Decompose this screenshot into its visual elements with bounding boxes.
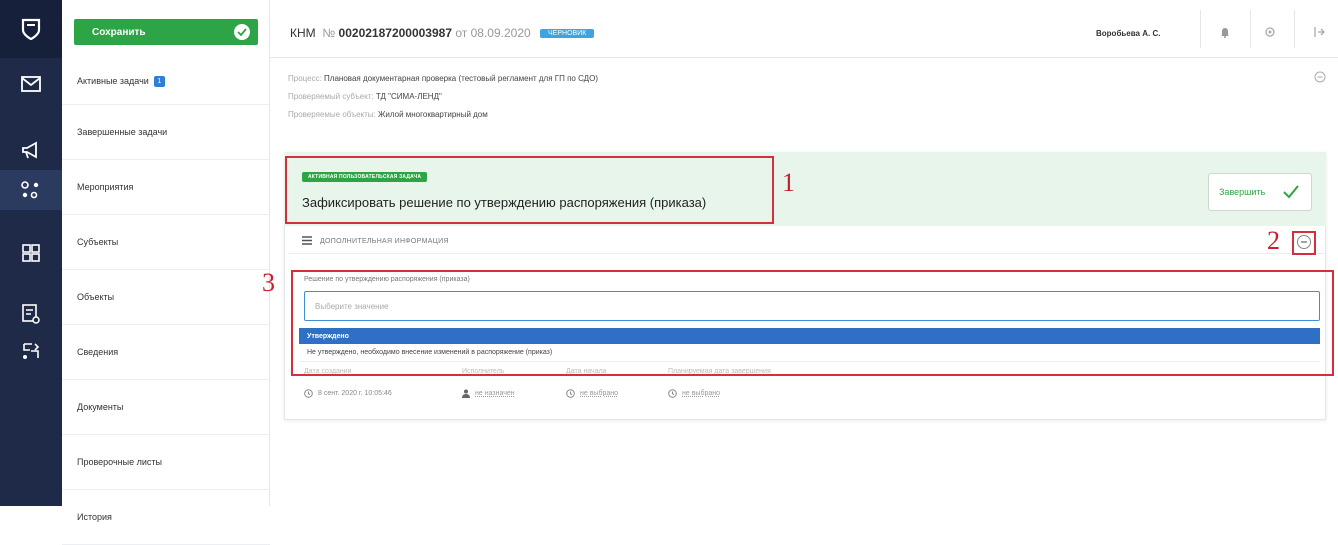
finish-button-label: Завершить — [1219, 187, 1266, 197]
sidebar-item-info[interactable]: Сведения — [62, 325, 270, 380]
header-bar: КНМ № 00202187200003987 от 08.09.2020 ЧЕ… — [270, 0, 1338, 58]
sidebar-item-label: Завершенные задачи — [77, 127, 168, 137]
process-icon[interactable] — [0, 331, 62, 371]
sidebar-item-subjects[interactable]: Субъекты — [62, 215, 270, 270]
meta-label: Процесс: — [288, 74, 322, 83]
annotation-box-3 — [291, 270, 1334, 376]
page-title: КНМ № 00202187200003987 от 08.09.2020 ЧЕ… — [290, 26, 595, 40]
finish-button[interactable]: Завершить — [1208, 173, 1312, 211]
assignee[interactable]: не назначен — [462, 389, 515, 398]
planned-end-value: не выбрано — [682, 390, 721, 397]
sidebar-item-label: Субъекты — [77, 237, 119, 247]
bell-icon[interactable] — [1210, 20, 1240, 44]
meta-label: Проверяемый субъект: — [288, 92, 374, 101]
record-date: 08.09.2020 — [470, 26, 531, 40]
sidebar-nav: Активные задачи 1 Завершенные задачи Мер… — [62, 58, 270, 545]
meta-label: Проверяемые объекты: — [288, 110, 376, 119]
sidebar-item-label: Объекты — [77, 292, 115, 302]
number-prefix: № — [322, 26, 336, 40]
sidebar-item-events[interactable]: Мероприятия — [62, 160, 270, 215]
annotation-label-3: 3 — [262, 268, 275, 297]
save-button[interactable]: Сохранить — [74, 19, 258, 45]
created-date: 8 сент. 2020 г. 10:05:46 — [304, 389, 392, 398]
save-button-label: Сохранить — [92, 26, 146, 38]
record-type: КНМ — [290, 26, 316, 40]
megaphone-icon[interactable] — [0, 130, 62, 170]
logo-shield-icon[interactable] — [0, 0, 62, 58]
report-icon[interactable] — [0, 294, 62, 334]
sidebar-item-label: История — [77, 512, 112, 522]
sidebar-item-label: Проверочные листы — [77, 457, 162, 467]
date-prefix: от — [455, 26, 468, 40]
sidebar-item-history[interactable]: История — [62, 490, 270, 545]
sidebar-item-label: Активные задачи — [77, 76, 149, 86]
meta-value: ТД "СИМА-ЛЕНД" — [375, 92, 442, 101]
sidebar-item-label: Сведения — [77, 347, 119, 357]
app-rail — [0, 0, 62, 506]
clock-icon — [304, 389, 313, 398]
clock-icon — [566, 389, 575, 398]
sidebar-item-objects[interactable]: Объекты — [62, 270, 270, 325]
annotation-label-2: 2 — [1267, 226, 1280, 255]
hub-icon[interactable] — [0, 170, 62, 210]
sidebar-item-checklists[interactable]: Проверочные листы — [62, 435, 270, 490]
meta-objects: Проверяемые объекты: Жилой многоквартирн… — [288, 110, 488, 119]
settings-icon[interactable] — [1255, 20, 1285, 44]
current-user[interactable]: Воробьева А. С. — [1096, 29, 1160, 38]
meta-process: Процесс: Плановая документарная проверка… — [288, 74, 598, 83]
sidebar-item-documents[interactable]: Документы — [62, 380, 270, 435]
sidebar-item-active-tasks[interactable]: Активные задачи 1 — [62, 58, 270, 105]
user-icon — [462, 389, 470, 398]
list-icon — [302, 236, 312, 247]
start-date-value: не выбрано — [580, 390, 619, 397]
grid-icon[interactable] — [0, 233, 62, 273]
collapse-meta-icon[interactable] — [1314, 70, 1326, 88]
assignee-value: не назначен — [475, 390, 515, 397]
additional-info-row[interactable]: ДОПОЛНИТЕЛЬНАЯ ИНФОРМАЦИЯ — [288, 230, 1326, 254]
header-divider — [1250, 10, 1251, 48]
record-number: 00202187200003987 — [338, 26, 453, 40]
meta-value: Жилой многоквартирный дом — [378, 110, 488, 119]
created-date-value: 8 сент. 2020 г. 10:05:46 — [318, 390, 392, 397]
meta-subject: Проверяемый субъект: ТД "СИМА-ЛЕНД" — [288, 92, 442, 101]
clock-icon — [668, 389, 677, 398]
start-date[interactable]: не выбрано — [566, 389, 618, 398]
additional-info-label: ДОПОЛНИТЕЛЬНАЯ ИНФОРМАЦИЯ — [320, 238, 449, 245]
check-icon — [1283, 185, 1299, 201]
sidebar-item-completed-tasks[interactable]: Завершенные задачи — [62, 105, 270, 160]
sidebar-item-label: Мероприятия — [77, 182, 134, 192]
annotation-label-1: 1 — [782, 168, 795, 197]
header-divider — [1200, 10, 1201, 48]
mail-icon[interactable] — [0, 64, 62, 104]
annotation-box-2 — [1292, 231, 1316, 255]
meta-value: Плановая документарная проверка (тестовы… — [324, 74, 598, 83]
annotation-box-1 — [285, 156, 774, 224]
count-badge: 1 — [153, 75, 165, 87]
status-badge: ЧЕРНОВИК — [540, 29, 595, 39]
sidebar-item-label: Документы — [77, 402, 124, 412]
planned-end-date[interactable]: не выбрано — [668, 389, 720, 398]
check-circle-icon — [234, 24, 250, 40]
logout-icon[interactable] — [1304, 20, 1334, 44]
header-divider — [1294, 10, 1295, 48]
